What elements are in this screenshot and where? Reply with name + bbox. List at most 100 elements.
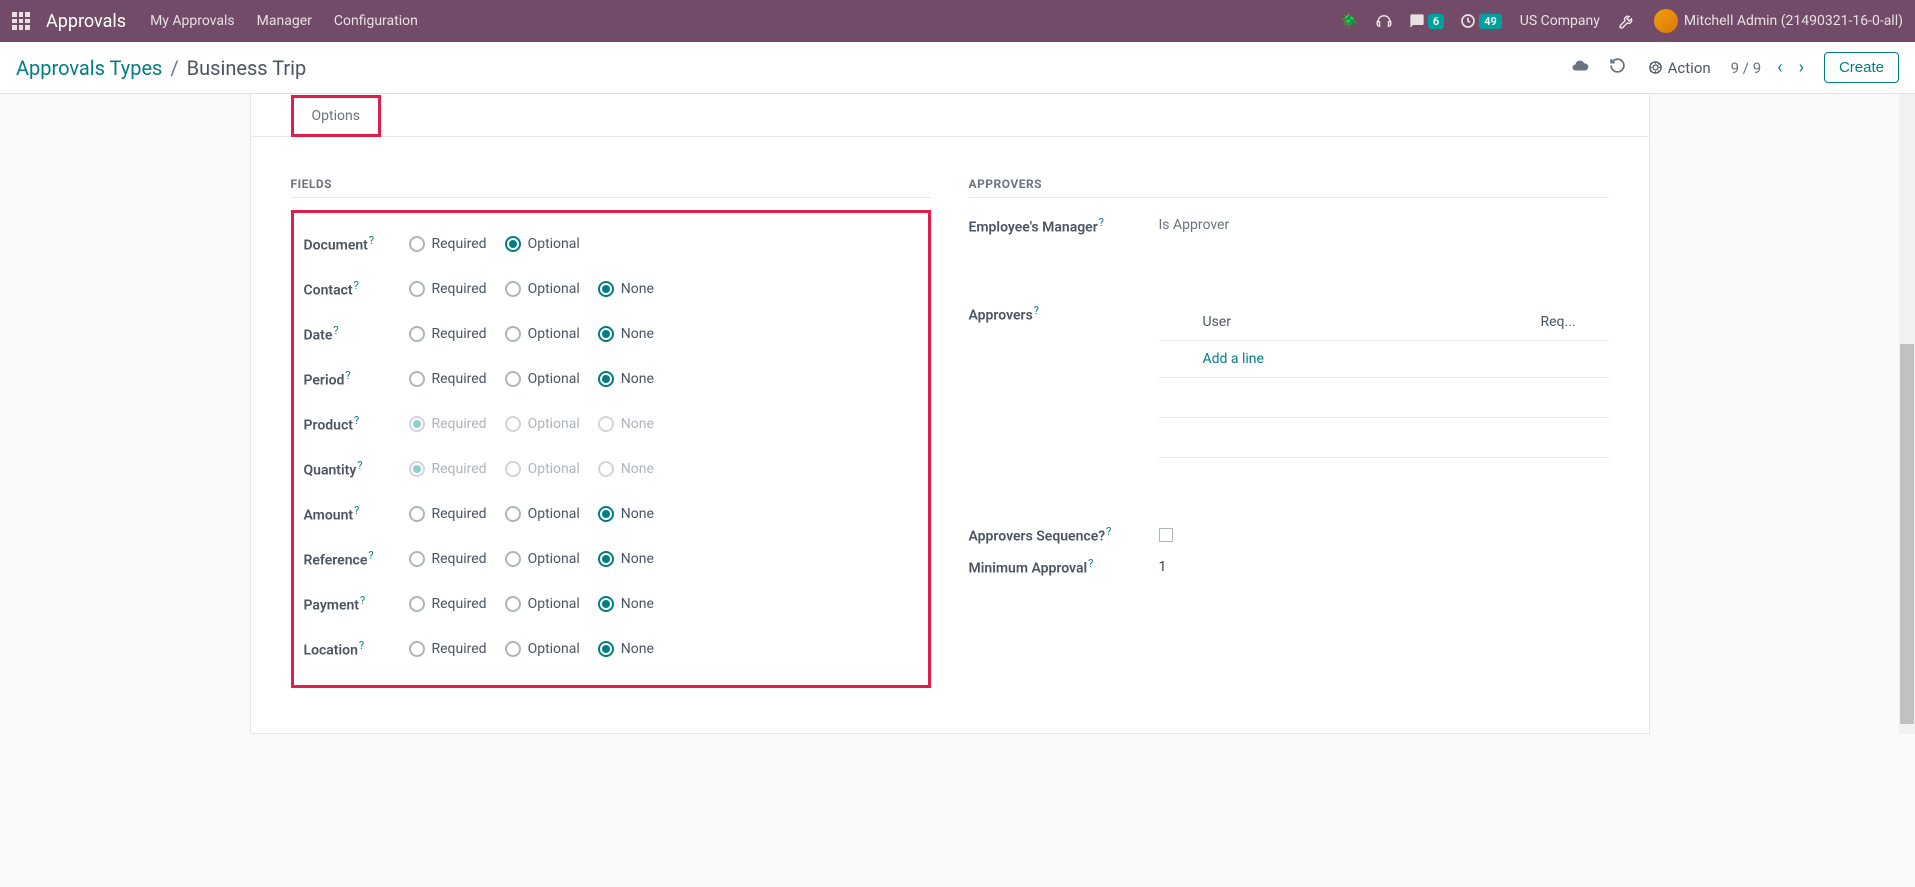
help-icon[interactable]: ? — [359, 639, 364, 652]
action-menu[interactable]: Action — [1648, 59, 1711, 77]
radio-circle-icon — [409, 461, 425, 477]
field-row: Amount? Required Optional None — [304, 491, 918, 536]
pager-prev-icon[interactable]: ‹ — [1773, 57, 1786, 78]
help-icon[interactable]: ? — [333, 324, 338, 337]
radio-label: Optional — [528, 596, 580, 612]
radio-none[interactable]: None — [598, 326, 654, 342]
help-icon[interactable]: ? — [345, 369, 350, 382]
apps-grid-icon[interactable] — [12, 12, 30, 30]
radio-none[interactable]: None — [598, 596, 654, 612]
radio-circle-icon — [598, 281, 614, 297]
radio-optional[interactable]: Optional — [505, 326, 580, 342]
radio-required[interactable]: Required — [409, 596, 487, 612]
help-icon[interactable]: ? — [354, 414, 359, 427]
radio-label: Optional — [528, 461, 580, 477]
radio-optional[interactable]: Optional — [505, 371, 580, 387]
field-label: Amount? — [304, 504, 409, 524]
radio-optional[interactable]: Optional — [505, 596, 580, 612]
radio-optional[interactable]: Optional — [505, 551, 580, 567]
radio-required[interactable]: Required — [409, 236, 487, 252]
nav-manager[interactable]: Manager — [257, 13, 312, 29]
radio-required[interactable]: Required — [409, 281, 487, 297]
radio-label: Optional — [528, 236, 580, 252]
radio-circle-icon — [505, 641, 521, 657]
app-title[interactable]: Approvals — [46, 11, 126, 32]
add-line-link[interactable]: Add a line — [1203, 351, 1264, 367]
radio-none[interactable]: None — [598, 551, 654, 567]
radio-circle-icon — [409, 596, 425, 612]
radio-optional[interactable]: Optional — [505, 506, 580, 522]
radio-circle-icon — [598, 326, 614, 342]
radio-required[interactable]: Required — [409, 551, 487, 567]
field-row: Product?RequiredOptionalNone — [304, 401, 918, 446]
scrollbar[interactable] — [1899, 94, 1915, 734]
radio-optional: Optional — [505, 461, 580, 477]
radio-none[interactable]: None — [598, 281, 654, 297]
pager-next-icon[interactable]: › — [1795, 57, 1808, 78]
help-icon[interactable]: ? — [1088, 557, 1093, 570]
radio-circle-icon — [598, 416, 614, 432]
breadcrumb-parent[interactable]: Approvals Types — [16, 56, 162, 80]
tab-options[interactable]: Options — [291, 95, 381, 137]
radio-label: Optional — [528, 506, 580, 522]
radio-label: Required — [432, 596, 487, 612]
bug-icon[interactable]: 🪲 — [1340, 12, 1359, 30]
user-name[interactable]: Mitchell Admin (21490321-16-0-all) — [1684, 13, 1903, 29]
field-row: Location?RequiredOptionalNone — [304, 626, 918, 671]
avatar[interactable] — [1654, 9, 1678, 33]
help-icon[interactable]: ? — [354, 279, 359, 292]
radio-label: None — [621, 461, 654, 477]
radio-none[interactable]: None — [598, 641, 654, 657]
radio-circle-icon — [505, 371, 521, 387]
help-icon[interactable]: ? — [360, 594, 365, 607]
breadcrumb-separator: / — [170, 56, 178, 80]
help-icon[interactable]: ? — [1099, 216, 1104, 229]
tools-icon[interactable] — [1618, 12, 1636, 30]
help-icon[interactable]: ? — [357, 459, 362, 472]
radio-optional: Optional — [505, 416, 580, 432]
radio-circle-icon — [409, 641, 425, 657]
radio-required[interactable]: Required — [409, 506, 487, 522]
help-icon[interactable]: ? — [354, 504, 359, 517]
radio-optional[interactable]: Optional — [505, 281, 580, 297]
company-selector[interactable]: US Company — [1520, 13, 1600, 29]
radio-none[interactable]: None — [598, 506, 654, 522]
help-icon[interactable]: ? — [1034, 304, 1039, 317]
radio-circle-icon — [505, 551, 521, 567]
radio-label: None — [621, 281, 654, 297]
min-approval-label: Minimum Approval? — [969, 557, 1159, 577]
cloud-icon[interactable] — [1571, 57, 1589, 79]
radio-label: Required — [432, 461, 487, 477]
radio-required[interactable]: Required — [409, 641, 487, 657]
help-icon[interactable]: ? — [368, 549, 373, 562]
pager-text[interactable]: 9 / 9 — [1731, 59, 1762, 77]
radio-required[interactable]: Required — [409, 326, 487, 342]
field-row: Document?Required Optional — [304, 221, 918, 266]
radio-optional[interactable]: Optional — [505, 641, 580, 657]
radio-label: Optional — [528, 551, 580, 567]
field-row: Quantity?RequiredOptionalNone — [304, 446, 918, 491]
create-button[interactable]: Create — [1824, 52, 1899, 83]
radio-none[interactable]: None — [598, 371, 654, 387]
support-icon[interactable] — [1375, 12, 1393, 30]
employee-manager-value: Is Approver — [1159, 216, 1230, 233]
radio-circle-icon — [598, 596, 614, 612]
undo-icon[interactable] — [1609, 57, 1626, 78]
nav-my-approvals[interactable]: My Approvals — [150, 13, 235, 29]
radio-circle-icon — [598, 461, 614, 477]
help-icon[interactable]: ? — [1106, 525, 1111, 538]
th-user[interactable]: User — [1159, 304, 1529, 341]
scrollbar-thumb[interactable] — [1900, 344, 1914, 724]
th-required[interactable]: Req... — [1529, 304, 1609, 341]
approvers-sequence-checkbox[interactable] — [1159, 528, 1173, 542]
radio-required[interactable]: Required — [409, 371, 487, 387]
radio-optional[interactable]: Optional — [505, 236, 580, 252]
min-approval-value: 1 — [1159, 559, 1167, 575]
field-label: Date? — [304, 324, 409, 344]
help-icon[interactable]: ? — [369, 234, 374, 247]
radio-label: Required — [432, 506, 487, 522]
field-label: Document? — [304, 234, 409, 254]
messages-icon[interactable]: 6 — [1409, 13, 1444, 29]
nav-configuration[interactable]: Configuration — [334, 13, 418, 29]
activities-icon[interactable]: 49 — [1460, 13, 1502, 29]
